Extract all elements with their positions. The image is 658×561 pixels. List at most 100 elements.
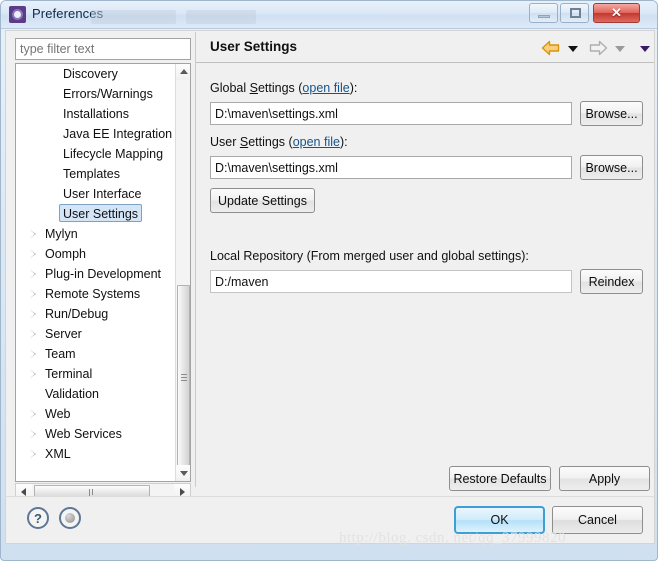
- preferences-gear-icon: [9, 6, 26, 23]
- restore-defaults-button[interactable]: Restore Defaults: [449, 466, 551, 491]
- user-settings-panel: User Settings Global Settings (open file…: [195, 32, 654, 491]
- sidebar-item-label: Validation: [45, 387, 99, 401]
- filter-input[interactable]: [15, 38, 191, 60]
- global-settings-label-rest: ettings (: [257, 81, 303, 95]
- user-settings-label-mnemonic: S: [239, 135, 249, 149]
- shell-status-icon[interactable]: [59, 507, 81, 529]
- sidebar-item-team[interactable]: Team: [16, 344, 176, 364]
- background-window-artifact-1: [91, 10, 176, 24]
- user-settings-label-suffix: ):: [339, 135, 348, 149]
- sidebar-item-java-ee-integration[interactable]: Java EE Integration: [16, 124, 176, 144]
- user-settings-label-prefix: User: [210, 135, 240, 149]
- sidebar-item-validation[interactable]: Validation: [16, 384, 176, 404]
- maximize-button[interactable]: [560, 3, 589, 23]
- dialog-body: Discovery Errors/Warnings Installations Jav…: [5, 30, 655, 524]
- help-icon[interactable]: ?: [27, 507, 49, 529]
- dialog-footer: ? OK Cancel: [5, 496, 655, 544]
- update-settings-button[interactable]: Update Settings: [210, 188, 315, 213]
- sidebar-item-label: Java EE Integration: [63, 127, 173, 141]
- global-settings-open-file-link[interactable]: open file: [302, 81, 349, 95]
- sidebar-item-installations[interactable]: Installations: [16, 104, 176, 124]
- sidebar-item-discovery[interactable]: Discovery: [16, 64, 176, 84]
- caret-left-icon: [21, 488, 26, 496]
- forward-history-chevron-down-icon: [615, 46, 625, 52]
- view-menu-chevron-down-icon[interactable]: [640, 46, 650, 52]
- caret-down-icon: [180, 471, 188, 476]
- panel-header: User Settings: [196, 32, 654, 63]
- sidebar-item-label: Errors/Warnings: [63, 87, 153, 101]
- sidebar-item-label: Terminal: [45, 367, 93, 381]
- user-settings-label-rest: ettings (: [248, 135, 293, 149]
- expand-chevron-right-icon[interactable]: [30, 270, 36, 278]
- apply-button[interactable]: Apply: [559, 466, 650, 491]
- sidebar-item-label: Remote Systems: [45, 287, 141, 301]
- local-repository-path-input[interactable]: [210, 270, 572, 293]
- expand-chevron-right-icon[interactable]: [30, 310, 36, 318]
- tree-vertical-scroll-thumb[interactable]: [177, 285, 190, 471]
- sidebar-item-web-services[interactable]: Web Services: [16, 424, 176, 444]
- page-title: User Settings: [210, 39, 298, 54]
- scroll-thumb-grip-icon: [181, 374, 187, 381]
- preferences-tree-list: Discovery Errors/Warnings Installations Jav…: [16, 64, 176, 464]
- sidebar-item-remote-systems[interactable]: Remote Systems: [16, 284, 176, 304]
- global-settings-label-suffix: ):: [349, 81, 358, 95]
- minimize-button[interactable]: [529, 3, 558, 23]
- expand-chevron-right-icon[interactable]: [30, 430, 36, 438]
- sidebar-item-mylyn[interactable]: Mylyn: [16, 224, 176, 244]
- sidebar-item-xml[interactable]: XML: [16, 444, 176, 464]
- scroll-down-button[interactable]: [176, 465, 190, 481]
- global-settings-label-prefix: Global: [210, 81, 250, 95]
- sidebar-item-plug-in-development[interactable]: Plug-in Development: [16, 264, 176, 284]
- expand-chevron-right-icon[interactable]: [30, 450, 36, 458]
- back-arrow-icon[interactable]: [541, 40, 561, 56]
- expand-chevron-right-icon[interactable]: [30, 230, 36, 238]
- title-bar: Preferences ✕: [1, 1, 657, 29]
- preferences-tree[interactable]: Discovery Errors/Warnings Installations Jav…: [15, 63, 191, 482]
- sidebar-item-label: User Interface: [63, 187, 142, 201]
- global-settings-label: Global Settings (open file):: [210, 81, 357, 95]
- sidebar-item-errors-warnings[interactable]: Errors/Warnings: [16, 84, 176, 104]
- sidebar-item-terminal[interactable]: Terminal: [16, 364, 176, 384]
- cancel-button[interactable]: Cancel: [552, 506, 643, 534]
- sidebar-item-label: Team: [45, 347, 76, 361]
- background-window-artifact-2: [186, 10, 256, 24]
- expand-chevron-right-icon[interactable]: [30, 370, 36, 378]
- reindex-button[interactable]: Reindex: [580, 269, 643, 294]
- expand-chevron-right-icon[interactable]: [30, 330, 36, 338]
- sidebar-item-user-interface[interactable]: User Interface: [16, 184, 176, 204]
- ok-button[interactable]: OK: [454, 506, 545, 534]
- sidebar-item-templates[interactable]: Templates: [16, 164, 176, 184]
- sidebar-item-server[interactable]: Server: [16, 324, 176, 344]
- preferences-sidebar: Discovery Errors/Warnings Installations Jav…: [6, 31, 194, 501]
- sidebar-item-label: User Settings: [59, 204, 143, 222]
- global-settings-path-input[interactable]: [210, 102, 572, 125]
- close-button[interactable]: ✕: [593, 3, 640, 23]
- scroll-thumb-grip-icon: [89, 489, 96, 501]
- sidebar-item-label: Templates: [63, 167, 120, 181]
- sidebar-item-label: Run/Debug: [45, 307, 109, 321]
- expand-chevron-right-icon[interactable]: [30, 350, 36, 358]
- expand-chevron-right-icon[interactable]: [30, 290, 36, 298]
- preferences-dialog-window: Preferences ✕ Discovery Errors/Warnings In…: [0, 0, 658, 561]
- sidebar-item-oomph[interactable]: Oomph: [16, 244, 176, 264]
- forward-arrow-icon: [588, 40, 608, 56]
- global-settings-browse-button[interactable]: Browse...: [580, 101, 643, 126]
- sidebar-item-run-debug[interactable]: Run/Debug: [16, 304, 176, 324]
- user-settings-path-input[interactable]: [210, 156, 572, 179]
- global-settings-label-mnemonic: S: [249, 81, 258, 95]
- scroll-up-button[interactable]: [176, 64, 190, 80]
- user-settings-browse-button[interactable]: Browse...: [580, 155, 643, 180]
- back-history-chevron-down-icon[interactable]: [568, 46, 578, 52]
- sidebar-item-user-settings[interactable]: User Settings: [16, 204, 176, 224]
- sidebar-item-label: Installations: [63, 107, 130, 121]
- user-settings-open-file-link[interactable]: open file: [293, 135, 340, 149]
- sidebar-item-label: Server: [45, 327, 82, 341]
- tree-vertical-scrollbar[interactable]: [175, 64, 190, 481]
- sidebar-item-web[interactable]: Web: [16, 404, 176, 424]
- sidebar-item-lifecycle-mapping[interactable]: Lifecycle Mapping: [16, 144, 176, 164]
- sidebar-item-label: Lifecycle Mapping: [63, 147, 164, 161]
- sidebar-item-label: Discovery: [63, 67, 118, 81]
- expand-chevron-right-icon[interactable]: [30, 410, 36, 418]
- expand-chevron-right-icon[interactable]: [30, 250, 36, 258]
- settings-form: Global Settings (open file): Browse... U…: [196, 63, 654, 491]
